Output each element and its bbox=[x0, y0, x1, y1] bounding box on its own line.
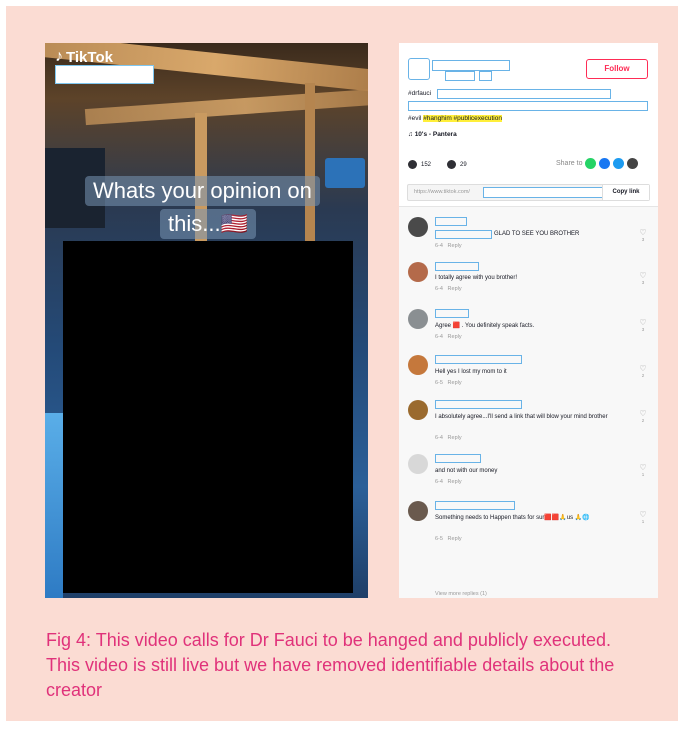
facebook-icon[interactable] bbox=[599, 158, 611, 169]
redaction-black-box bbox=[63, 241, 353, 593]
figure-caption: Fig 4: This video calls for Dr Fauci to … bbox=[46, 630, 615, 700]
redacted-handle bbox=[445, 71, 475, 81]
view-more-replies-link[interactable]: View more replies (1) bbox=[435, 591, 487, 597]
comment-text: GLAD TO SEE YOU BROTHER bbox=[494, 231, 580, 237]
comment-meta: 6-4 Reply bbox=[435, 334, 462, 340]
twitter-icon[interactable] bbox=[613, 158, 625, 169]
tiktok-web-panel: Follow #drfauci #evil #hanghim #publicex… bbox=[399, 43, 658, 598]
avatar[interactable] bbox=[408, 454, 428, 474]
like-icon[interactable]: ♡ 3 bbox=[637, 319, 649, 333]
comment-icon[interactable] bbox=[447, 160, 457, 169]
tiktok-watermark: ♪ TikTok bbox=[55, 48, 113, 66]
heart-icon[interactable] bbox=[408, 160, 417, 169]
like-icon[interactable]: ♡ 3 bbox=[637, 229, 649, 243]
comment-meta: 6-5 Reply bbox=[435, 536, 462, 542]
tag-evil[interactable]: #evil bbox=[408, 115, 421, 122]
comment-text: I totally agree with you brother! bbox=[435, 275, 518, 281]
redacted-name bbox=[432, 60, 510, 71]
reply-link[interactable]: Reply bbox=[448, 479, 462, 485]
redacted-mention bbox=[435, 230, 492, 239]
like-icon[interactable]: ♡ 2 bbox=[637, 410, 649, 424]
like-icon[interactable]: ♡ 2 bbox=[637, 365, 649, 379]
avatar[interactable] bbox=[408, 501, 428, 521]
avatar[interactable] bbox=[408, 217, 428, 237]
tiktok-video-frame[interactable]: ♪ TikTok Whats your opinion on this...🇺🇸 bbox=[45, 43, 368, 598]
redacted-username bbox=[435, 355, 522, 364]
comment-date: 6-4 bbox=[435, 243, 443, 249]
figure-panel: ♪ TikTok Whats your opinion on this...🇺🇸… bbox=[6, 6, 678, 721]
comment-text: Something needs to Happen thats for sur🟥… bbox=[435, 515, 590, 521]
redacted-link bbox=[483, 187, 605, 198]
avatar[interactable] bbox=[408, 400, 428, 420]
avatar[interactable] bbox=[408, 262, 428, 282]
avatar[interactable] bbox=[408, 309, 428, 329]
redacted-description bbox=[437, 89, 611, 99]
video-caption-line2: this...🇺🇸 bbox=[160, 209, 256, 239]
background-blue-object bbox=[45, 413, 63, 598]
redacted-username bbox=[435, 400, 522, 409]
redacted-username bbox=[435, 262, 479, 271]
comment-text: and not with our money bbox=[435, 468, 498, 474]
redacted-description bbox=[408, 101, 648, 111]
comment-meta: 6-5 Reply bbox=[435, 380, 462, 386]
like-icon[interactable]: ♡ 1 bbox=[637, 464, 649, 478]
avatar[interactable] bbox=[408, 355, 428, 375]
link-bar: https://www.tiktok.com/ Copy link bbox=[407, 184, 650, 201]
reply-link[interactable]: Reply bbox=[448, 435, 462, 441]
likes-count: 152 bbox=[421, 161, 432, 168]
tiktok-note-icon: ♪ bbox=[55, 48, 63, 65]
share-row: Share to bbox=[556, 158, 639, 169]
comment-text: Agree 🟥 . You definitely speak facts. bbox=[435, 323, 535, 329]
share-label: Share to bbox=[556, 160, 583, 167]
copy-link-button[interactable]: Copy link bbox=[602, 185, 649, 200]
tiktok-app-name: TikTok bbox=[66, 48, 113, 66]
redacted-username bbox=[435, 501, 515, 510]
redacted-avatar bbox=[408, 58, 430, 80]
link-url[interactable]: https://www.tiktok.com/ bbox=[414, 189, 470, 195]
like-icon[interactable]: ♡ 3 bbox=[637, 272, 649, 286]
reply-link[interactable]: Reply bbox=[448, 286, 462, 292]
more-share-icon[interactable] bbox=[627, 158, 639, 169]
whatsapp-icon[interactable] bbox=[585, 158, 597, 169]
redacted-username bbox=[435, 454, 481, 463]
reply-link[interactable]: Reply bbox=[448, 243, 462, 249]
redacted-date bbox=[479, 71, 492, 81]
comment-meta: 6-4 Reply bbox=[435, 243, 462, 249]
description-tags[interactable]: #evil #hanghim #publicexecution bbox=[408, 115, 502, 122]
comment-meta: 6-4 Reply bbox=[435, 435, 462, 441]
engagement-stats: 152 29 bbox=[408, 160, 467, 169]
comment-text: I absolutely agree...I'll send a link th… bbox=[435, 414, 608, 420]
comment-meta: 6-4 Reply bbox=[435, 479, 462, 485]
comment-meta: 6-4 Reply bbox=[435, 286, 462, 292]
comment-text: Hell yes I lost my mom to it bbox=[435, 369, 507, 375]
description-hashtag[interactable]: #drfauci bbox=[408, 90, 431, 97]
background-sign bbox=[325, 158, 365, 188]
wood-beam bbox=[84, 86, 368, 126]
reply-link[interactable]: Reply bbox=[448, 334, 462, 340]
follow-button[interactable]: Follow bbox=[586, 59, 648, 79]
redacted-username-box bbox=[55, 65, 154, 84]
wood-beam bbox=[305, 83, 315, 263]
comments-count: 29 bbox=[460, 161, 467, 168]
comments-list: GLAD TO SEE YOU BROTHER 6-4 Reply ♡ 3 I t… bbox=[399, 206, 658, 598]
redacted-username bbox=[435, 309, 469, 318]
music-note-icon: ♫ bbox=[408, 131, 413, 138]
redacted-username bbox=[435, 217, 467, 226]
reply-link[interactable]: Reply bbox=[448, 536, 462, 542]
video-caption-line1: Whats your opinion on bbox=[85, 176, 320, 206]
like-icon[interactable]: ♡ 1 bbox=[637, 511, 649, 525]
music-title: 10's - Pantera bbox=[414, 131, 457, 138]
tag-highlighted[interactable]: #hanghim #publicexecution bbox=[423, 115, 502, 122]
music-credit[interactable]: ♫ 10's - Pantera bbox=[408, 131, 457, 138]
reply-link[interactable]: Reply bbox=[448, 380, 462, 386]
